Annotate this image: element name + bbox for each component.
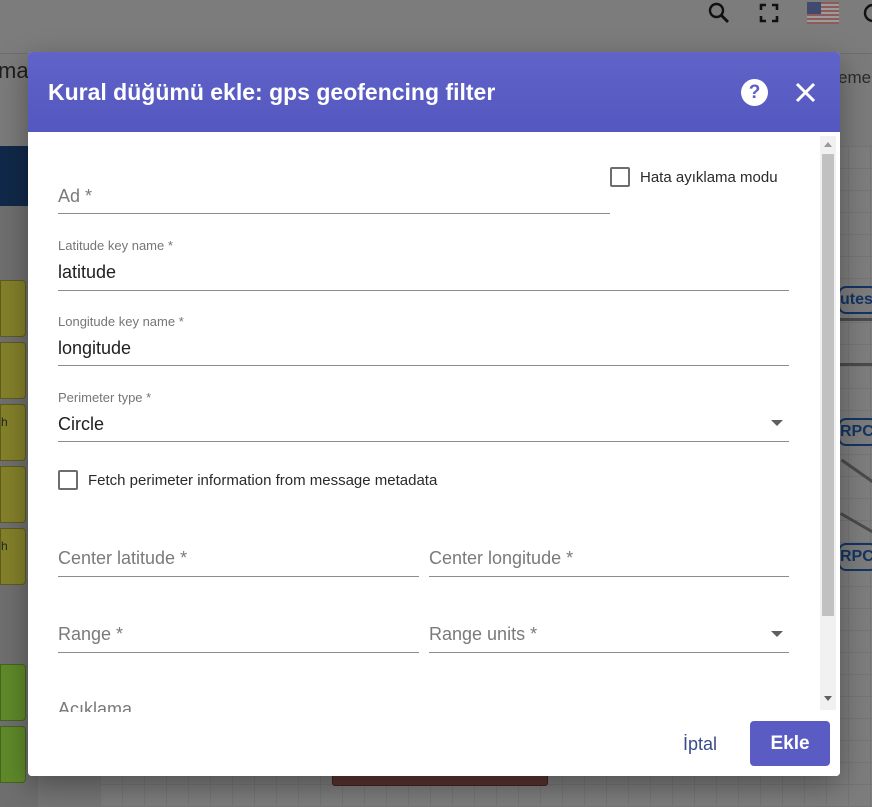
description-placeholder: Açıklama: [58, 699, 133, 712]
library-node[interactable]: [0, 280, 26, 337]
perimeter-type-value[interactable]: Circle: [58, 414, 104, 435]
chain-node-label: RPC: [840, 548, 872, 565]
latitude-key-field[interactable]: Latitude key name * latitude: [58, 236, 789, 292]
fetch-metadata-checkbox-box[interactable]: [58, 470, 78, 490]
chain-node-label: RPC: [840, 423, 872, 440]
range-field[interactable]: Range *: [58, 612, 419, 656]
help-icon[interactable]: ?: [741, 79, 768, 106]
search-icon[interactable]: [706, 0, 732, 26]
fetch-metadata-label: Fetch perimeter information from message…: [88, 471, 438, 489]
description-field[interactable]: Açıklama: [58, 696, 789, 712]
name-placeholder: Ad *: [58, 186, 93, 206]
fullscreen-icon[interactable]: [756, 0, 782, 26]
center-latitude-placeholder: Center latitude *: [58, 548, 188, 568]
library-node[interactable]: [0, 664, 26, 721]
center-latitude-underline: [58, 576, 419, 577]
dialog-scrollbar[interactable]: [820, 136, 836, 710]
chevron-down-icon[interactable]: [771, 631, 783, 637]
scroll-down-arrow-icon[interactable]: [824, 696, 832, 701]
latitude-key-underline: [58, 290, 789, 291]
top-toolbar: [0, 0, 872, 54]
chain-node-label: utes: [840, 291, 872, 308]
account-icon[interactable]: [862, 0, 872, 26]
background-tab-fragment: eme: [838, 68, 872, 87]
scroll-up-arrow-icon[interactable]: [824, 142, 832, 147]
debug-mode-checkbox[interactable]: Hata ayıklama modu: [610, 167, 778, 187]
connection-line: [838, 318, 872, 321]
name-field[interactable]: Ad *: [58, 172, 610, 216]
add-rule-node-dialog: Kural düğümü ekle: gps geofencing filter…: [28, 52, 840, 776]
close-icon[interactable]: [792, 79, 819, 106]
perimeter-type-underline: [58, 441, 789, 442]
debug-mode-label: Hata ayıklama modu: [640, 168, 778, 186]
range-underline: [58, 652, 419, 653]
library-node[interactable]: h: [0, 404, 26, 461]
perimeter-type-select[interactable]: Perimeter type * Circle: [58, 388, 789, 444]
center-latitude-field[interactable]: Center latitude *: [58, 536, 419, 580]
library-node[interactable]: h: [0, 528, 26, 585]
range-placeholder: Range *: [58, 624, 124, 644]
fetch-metadata-checkbox[interactable]: Fetch perimeter information from message…: [58, 470, 437, 490]
dialog-header: Kural düğümü ekle: gps geofencing filter…: [28, 52, 840, 132]
dialog-title: Kural düğümü ekle: gps geofencing filter: [48, 79, 496, 105]
cancel-button[interactable]: İptal: [672, 722, 728, 766]
library-node[interactable]: [0, 342, 26, 399]
debug-mode-checkbox-box[interactable]: [610, 167, 630, 187]
scrollbar-thumb[interactable]: [822, 154, 834, 616]
us-flag-icon[interactable]: [806, 0, 840, 26]
longitude-key-value[interactable]: longitude: [58, 338, 131, 359]
chevron-down-icon[interactable]: [771, 420, 783, 426]
range-units-select[interactable]: Range units *: [429, 612, 789, 656]
library-node[interactable]: [0, 466, 26, 523]
range-units-underline: [429, 652, 789, 653]
range-units-placeholder: Range units *: [429, 624, 538, 644]
longitude-key-field[interactable]: Longitude key name * longitude: [58, 312, 789, 368]
library-node[interactable]: [0, 726, 26, 783]
name-underline: [58, 213, 610, 214]
center-longitude-placeholder: Center longitude *: [429, 548, 574, 568]
chain-node[interactable]: utes: [838, 286, 872, 314]
longitude-key-underline: [58, 365, 789, 366]
dialog-body[interactable]: Ad * Hata ayıklama modu Latitude key nam…: [28, 132, 840, 712]
chain-node[interactable]: RPC: [838, 543, 872, 571]
center-longitude-underline: [429, 576, 789, 577]
library-node-label: h: [1, 415, 8, 429]
perimeter-type-label: Perimeter type *: [58, 390, 152, 405]
center-longitude-field[interactable]: Center longitude *: [429, 536, 789, 580]
longitude-key-label: Longitude key name *: [58, 314, 184, 329]
chain-node[interactable]: RPC: [838, 418, 872, 446]
add-button[interactable]: Ekle: [750, 721, 830, 766]
latitude-key-value[interactable]: latitude: [58, 262, 116, 283]
dialog-footer: İptal Ekle: [28, 712, 840, 776]
library-node-label: h: [1, 539, 8, 553]
connection-line: [838, 363, 872, 366]
latitude-key-label: Latitude key name *: [58, 238, 173, 253]
